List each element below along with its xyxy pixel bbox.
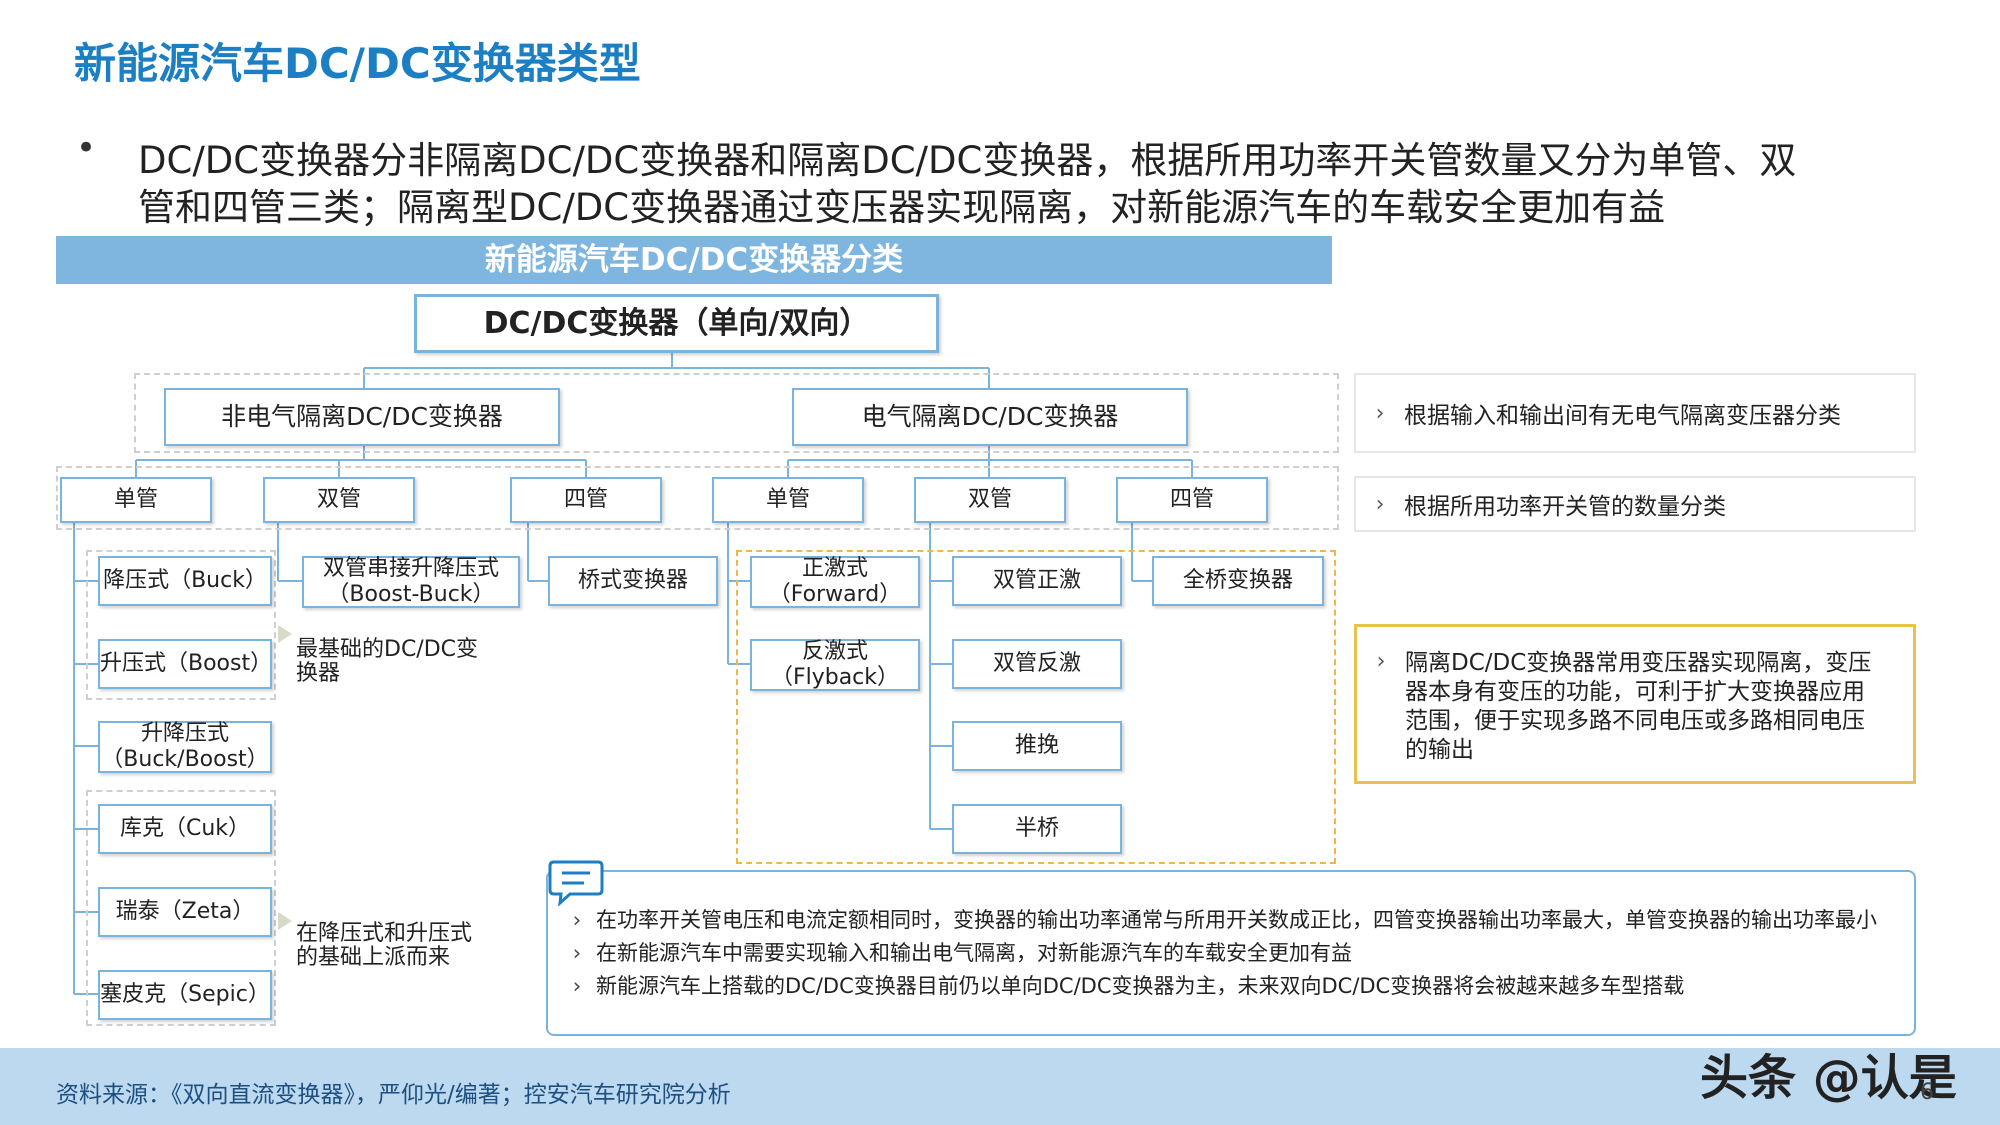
side-panel-isolation: › 根据输入和输出间有无电气隔离变压器分类	[1354, 373, 1916, 453]
buck-boost-label-1: 升降压式	[140, 721, 229, 746]
buck-node: 降压式（Buck）	[98, 556, 272, 606]
isolated-node: 电气隔离DC/DC变换器	[792, 388, 1188, 446]
basic-pointer-icon	[278, 625, 292, 643]
bridge-converter-node: 桥式变换器	[548, 556, 718, 606]
comment-box: › 在功率开关管电压和电流定额相同时，变换器的输出功率通常与所用开关数成正比，四…	[546, 870, 1916, 1036]
chevron-right-icon: ›	[572, 974, 582, 998]
sepic-node: 塞皮克（Sepic）	[98, 970, 272, 1020]
boost-buck-node: 双管串接升降压式 （Boost-Buck）	[302, 556, 520, 608]
comment-item: › 新能源汽车上搭载的DC/DC变换器目前仍以单向DC/DC变换器为主，未来双向…	[558, 974, 1898, 999]
forward-label-1: 正激式	[801, 556, 868, 581]
comment-item: › 在新能源汽车中需要实现输入和输出电气隔离，对新能源汽车的车载安全更加有益	[558, 941, 1898, 966]
side-panel-isolation-text: 根据输入和输出间有无电气隔离变压器分类	[1404, 403, 1841, 429]
side-panel-switch-count: › 根据所用功率开关管的数量分类	[1354, 476, 1916, 532]
buck-boost-node: 升降压式 （Buck/Boost）	[98, 721, 272, 773]
side-panel-transformer: › 隔离DC/DC变换器常用变压器实现隔离，变压器本身有变压的功能，可利于扩大变…	[1354, 624, 1916, 784]
boost-buck-label-2: （Boost-Buck）	[327, 582, 495, 607]
i-quad-node: 四管	[1116, 477, 1268, 523]
i-double-node: 双管	[914, 477, 1066, 523]
ni-quad-node: 四管	[510, 477, 662, 523]
chevron-right-icon: ›	[1375, 491, 1385, 517]
zeta-node: 瑞泰（Zeta）	[98, 887, 272, 937]
forward-node: 正激式 （Forward）	[750, 556, 920, 608]
page-number: 6	[1920, 1080, 1934, 1105]
forward-label-2: （Forward）	[768, 582, 902, 607]
watermark: 头条 @认是	[1700, 1050, 1957, 1106]
half-bridge-node: 半桥	[952, 804, 1122, 854]
non-isolated-node: 非电气隔离DC/DC变换器	[164, 388, 560, 446]
derived-pointer-icon	[278, 912, 292, 930]
ni-single-node: 单管	[60, 477, 212, 523]
push-pull-node: 推挽	[952, 721, 1122, 771]
buck-boost-label-2: （Buck/Boost）	[101, 747, 269, 772]
comment-text-3: 新能源汽车上搭载的DC/DC变换器目前仍以单向DC/DC变换器为主，未来双向DC…	[596, 974, 1685, 998]
comment-text-1: 在功率开关管电压和电流定额相同时，变换器的输出功率通常与所用开关数成正比，四管变…	[596, 908, 1877, 932]
boost-buck-label-1: 双管串接升降压式	[322, 556, 499, 581]
comment-icon	[548, 860, 604, 906]
flyback-label-1: 反激式	[801, 639, 868, 664]
i-single-node: 单管	[712, 477, 864, 523]
flyback-label-2: （Flyback）	[770, 665, 900, 690]
side-panel-switch-count-text: 根据所用功率开关管的数量分类	[1404, 494, 1726, 520]
boost-node: 升压式（Boost）	[98, 639, 272, 689]
side-panel-transformer-text: 隔离DC/DC变换器常用变压器实现隔离，变压器本身有变压的功能，可利于扩大变换器…	[1405, 650, 1872, 763]
comment-item: › 在功率开关管电压和电流定额相同时，变换器的输出功率通常与所用开关数成正比，四…	[558, 908, 1898, 933]
note-derived: 在降压式和升压式的基础上派而来	[296, 921, 473, 970]
dual-forward-node: 双管正激	[952, 556, 1122, 606]
ni-double-node: 双管	[263, 477, 415, 523]
note-basic: 最基础的DC/DC变换器	[296, 637, 479, 686]
chevron-right-icon: ›	[572, 908, 582, 932]
source-citation: 资料来源：《双向直流变换器》，严仰光/编著；控安汽车研究院分析	[56, 1082, 731, 1108]
dual-flyback-node: 双管反激	[952, 639, 1122, 689]
chevron-right-icon: ›	[1375, 400, 1385, 426]
comment-text-2: 在新能源汽车中需要实现输入和输出电气隔离，对新能源汽车的车载安全更加有益	[596, 941, 1352, 965]
chevron-right-icon: ›	[572, 941, 582, 965]
chevron-right-icon: ›	[1376, 649, 1386, 674]
flyback-node: 反激式 （Flyback）	[750, 639, 920, 691]
cuk-node: 库克（Cuk）	[98, 804, 272, 854]
root-node: DC/DC变换器（单向/双向）	[414, 294, 939, 353]
full-bridge-node: 全桥变换器	[1152, 556, 1324, 606]
